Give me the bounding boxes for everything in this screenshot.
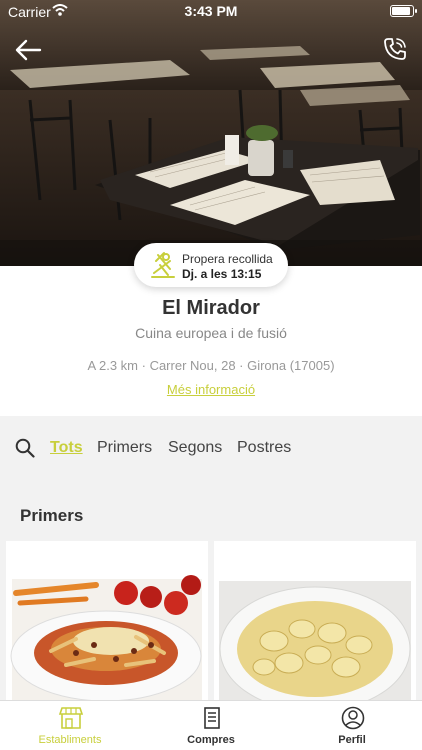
category-filter-bar: Tots Primers Segons Postres xyxy=(0,430,422,466)
restaurant-address: A 2.3 km · Carrer Nou, 28 · Girona (1700… xyxy=(87,358,335,373)
tab-tots[interactable]: Tots xyxy=(50,439,83,457)
search-icon[interactable] xyxy=(15,438,35,458)
tab-segons[interactable]: Segons xyxy=(168,439,222,457)
section-title: Primers xyxy=(20,506,84,525)
tab-primers[interactable]: Primers xyxy=(97,439,152,457)
tab-perfil[interactable]: Perfil xyxy=(282,701,422,750)
tab-compres[interactable]: Compres xyxy=(141,701,281,750)
receipt-icon xyxy=(204,707,220,729)
pasta-soup-image xyxy=(214,541,416,701)
tab-compres-label: Compres xyxy=(187,734,235,746)
product-card-soup[interactable] xyxy=(214,541,416,701)
status-time: 3:43 PM xyxy=(184,3,238,19)
storefront-icon xyxy=(58,707,84,729)
restaurant-cuisine: Cuina europea i de fusió xyxy=(135,325,287,341)
phone-call-icon[interactable] xyxy=(382,36,408,62)
product-card-pasta[interactable] xyxy=(6,541,208,701)
bottom-tab-bar: Establiments Compres Perfil xyxy=(0,700,422,750)
user-profile-icon xyxy=(341,706,365,730)
pickup-time: Dj. a les 13:15 xyxy=(182,267,262,281)
pickup-bag-icon xyxy=(151,252,175,278)
tab-establiments[interactable]: Establiments xyxy=(0,701,140,750)
pickup-label: Propera recollida xyxy=(182,252,273,266)
battery-icon xyxy=(390,5,417,17)
more-info-link[interactable]: Més informació xyxy=(0,382,422,397)
next-pickup-badge: Propera recollida Dj. a les 13:15 xyxy=(134,243,288,287)
tab-postres[interactable]: Postres xyxy=(237,439,291,457)
back-arrow-icon[interactable] xyxy=(14,38,42,62)
tab-establiments-label: Establiments xyxy=(38,734,102,746)
restaurant-hero-image xyxy=(0,0,422,266)
status-bar: Carrier 3:43 PM xyxy=(0,0,422,22)
pasta-bolognese-image xyxy=(6,541,208,701)
restaurant-name: El Mirador xyxy=(162,297,260,319)
tab-perfil-label: Perfil xyxy=(338,734,366,746)
